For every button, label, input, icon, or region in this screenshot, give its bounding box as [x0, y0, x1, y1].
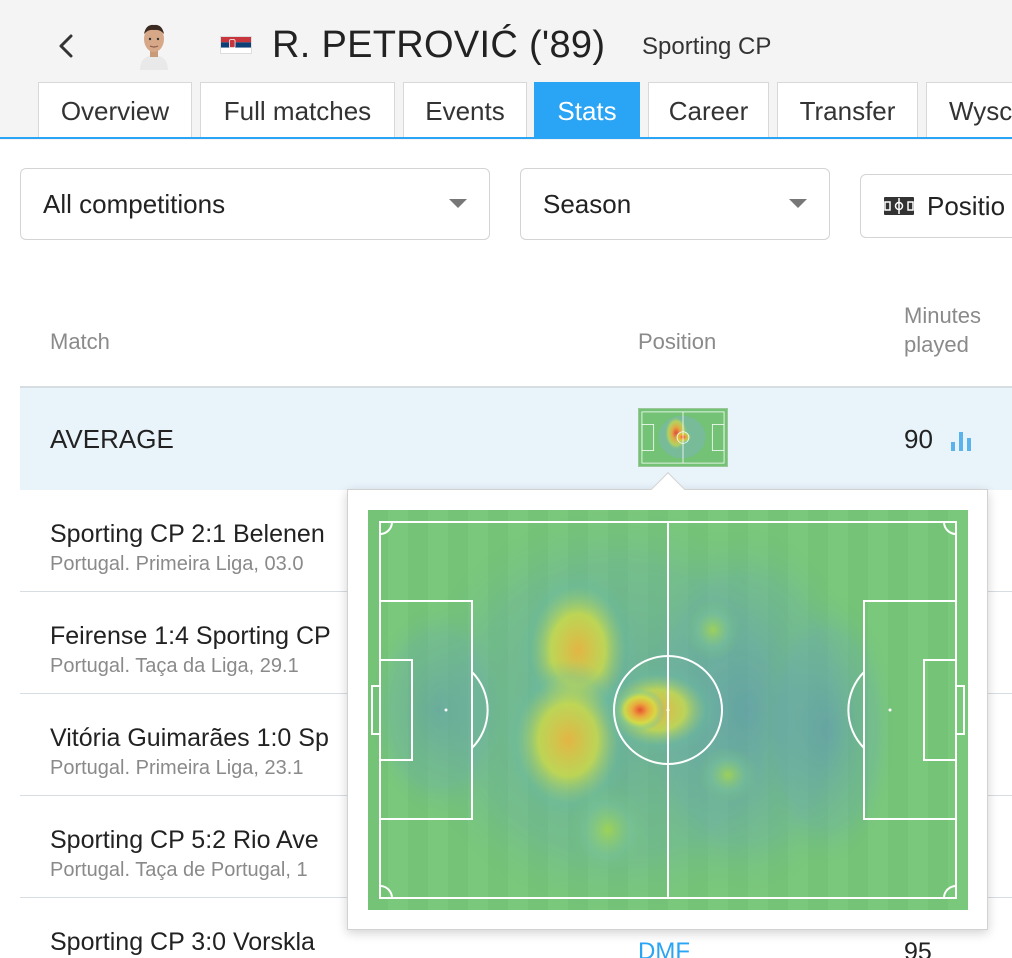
- match-subtitle: Portugal. Taça da Liga, 29.1: [50, 655, 299, 677]
- caret-down-icon: [789, 199, 807, 208]
- season-dropdown[interactable]: Season: [520, 168, 830, 240]
- tab-bar: Overview Full matches Events Stats Caree…: [0, 82, 1012, 140]
- caret-down-icon: [449, 199, 467, 208]
- pitch-icon: [884, 197, 914, 215]
- heatmap-popup: [347, 489, 988, 930]
- competition-dropdown[interactable]: All competitions: [20, 168, 490, 240]
- back-button[interactable]: [52, 28, 82, 64]
- serbia-flag-icon: [220, 36, 252, 54]
- position-filter-button[interactable]: Positio: [860, 174, 1012, 238]
- match-title: Vitória Guimarães 1:0 Sp: [50, 724, 329, 752]
- tab-transfer[interactable]: Transfer: [777, 82, 918, 139]
- player-avatar: [140, 24, 168, 70]
- season-value: Season: [543, 188, 632, 219]
- match-position[interactable]: DMF: [638, 938, 690, 958]
- match-subtitle: Portugal. Primeira Liga, 03.0: [50, 553, 304, 575]
- match-subtitle: Portugal. Taça de Portugal, 1: [50, 859, 308, 881]
- tab-stats[interactable]: Stats: [534, 82, 640, 139]
- tab-overview[interactable]: Overview: [38, 82, 192, 139]
- column-header-match: Match: [50, 329, 110, 354]
- match-subtitle: Portugal. Primeira Liga, 23.1: [50, 757, 304, 779]
- match-title: Feirense 1:4 Sporting CP: [50, 622, 331, 650]
- average-heatmap-thumbnail[interactable]: [638, 408, 728, 467]
- minutes-header-line: Minutes: [904, 303, 982, 328]
- match-title: Sporting CP 2:1 Belenen: [50, 520, 325, 548]
- bar-chart-icon[interactable]: [950, 428, 972, 452]
- match-title: Sporting CP 5:2 Rio Ave: [50, 826, 319, 854]
- minutes-header-line: played: [904, 332, 969, 357]
- team-name[interactable]: Sporting CP: [642, 33, 771, 61]
- column-header-minutes: Minutes played: [904, 301, 981, 359]
- average-minutes: 90: [904, 424, 933, 454]
- tab-career[interactable]: Career: [648, 82, 769, 139]
- match-minutes: 95: [904, 938, 932, 958]
- column-header-position: Position: [638, 329, 717, 354]
- average-label: AVERAGE: [50, 424, 174, 454]
- tab-wyscout[interactable]: Wysc: [926, 82, 1012, 139]
- average-row: AVERAGE 90: [20, 388, 1012, 490]
- tabs-underline: [0, 137, 1012, 139]
- tab-full-matches[interactable]: Full matches: [200, 82, 395, 139]
- chevron-left-icon: [59, 34, 73, 58]
- heatmap-pitch: [368, 510, 968, 910]
- player-header: R. PETROVIĆ ('89) Sporting CP Overview F…: [0, 0, 1012, 140]
- position-button-label: Positio: [927, 190, 1006, 221]
- tab-events[interactable]: Events: [403, 82, 527, 139]
- player-name: R. PETROVIĆ ('89): [272, 24, 606, 66]
- competition-value: All competitions: [43, 188, 226, 219]
- match-title: Sporting CP 3:0 Vorskla: [50, 928, 315, 956]
